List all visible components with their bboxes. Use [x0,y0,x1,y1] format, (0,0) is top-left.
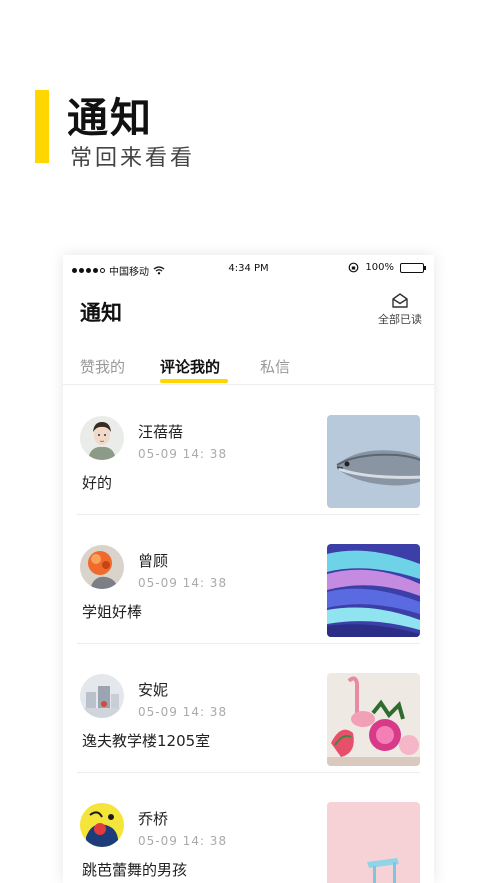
hero-accent-bar [35,90,49,163]
commenter-name[interactable]: 安妮 [138,679,168,700]
comment-text: 跳芭蕾舞的男孩 [82,861,188,879]
list-item[interactable]: 安妮 05-09 14: 38 逸夫教学楼1205室 [77,644,420,773]
phone-screen: 中国移动 4:34 PM 100% 通知 全部已读 赞我的 评论我的 私信 汪蓓… [63,255,434,883]
commenter-name[interactable]: 乔桥 [138,808,168,829]
status-bar: 中国移动 4:34 PM 100% [63,255,434,283]
commenter-name[interactable]: 曾顾 [138,550,168,571]
hero-subtitle: 常回来看看 [70,146,196,171]
tab-messages[interactable]: 私信 [260,356,290,377]
hero-title: 通知 [67,94,153,142]
envelope-icon [392,293,408,308]
post-thumbnail[interactable] [327,673,420,766]
avatar[interactable] [80,674,124,718]
tab-comments[interactable]: 评论我的 [160,356,220,377]
active-tab-indicator [160,379,228,383]
commenter-name[interactable]: 汪蓓蓓 [138,421,183,442]
rotation-lock-icon [349,262,359,273]
avatar[interactable] [80,803,124,847]
page-title: 通知 [80,301,122,325]
post-thumbnail[interactable] [327,802,420,883]
comment-text: 逸夫教学楼1205室 [82,732,211,750]
tab-bar: 赞我的 评论我的 私信 [63,352,434,385]
post-thumbnail[interactable] [327,544,420,637]
comment-list: 汪蓓蓓 05-09 14: 38 好的 曾顾 05-09 14: 38 学姐好棒… [63,386,434,883]
avatar[interactable] [80,545,124,589]
comment-date: 05-09 14: 38 [138,447,228,461]
comment-date: 05-09 14: 38 [138,834,228,848]
tab-likes[interactable]: 赞我的 [80,356,125,377]
avatar[interactable] [80,416,124,460]
list-item[interactable]: 汪蓓蓓 05-09 14: 38 好的 [77,386,420,515]
comment-date: 05-09 14: 38 [138,705,228,719]
mark-all-read-button[interactable]: 全部已读 [378,293,422,327]
comment-text: 好的 [82,474,113,492]
battery-label: 100% [365,262,394,273]
post-thumbnail[interactable] [327,415,420,508]
comment-text: 学姐好棒 [82,603,143,621]
mark-all-read-label: 全部已读 [378,313,422,326]
list-item[interactable]: 乔桥 05-09 14: 38 跳芭蕾舞的男孩 [77,773,420,883]
list-item[interactable]: 曾顾 05-09 14: 38 学姐好棒 [77,515,420,644]
battery-icon [400,262,426,273]
comment-date: 05-09 14: 38 [138,576,228,590]
